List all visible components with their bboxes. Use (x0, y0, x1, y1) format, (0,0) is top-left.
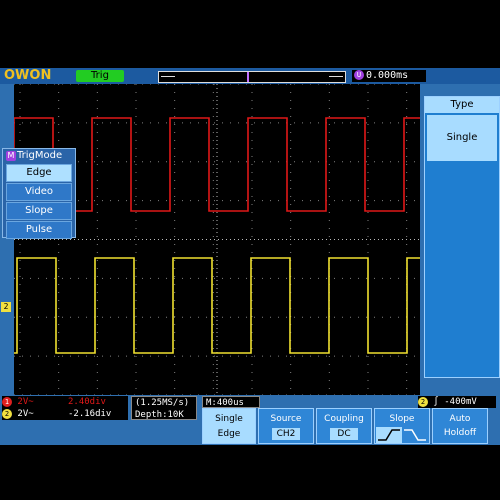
ch1-readout: 1 2V~ 2.40div (2, 396, 128, 408)
softkey-value: Holdoff (443, 428, 477, 438)
trigmode-title: TrigMode (17, 150, 63, 161)
trigmode-menu: M TrigMode Edge Video Slope Pulse (2, 148, 76, 239)
type-title: Type (425, 97, 499, 113)
memory-position-bar[interactable] (158, 71, 346, 83)
ch2-readout: 2 2V~ -2.16div (2, 408, 128, 420)
horizontal-position-readout: U 0.000ms (352, 70, 426, 82)
ch2-badge: 2 (2, 409, 12, 419)
acquisition-readout: (1.25MS/s) Depth:10K (131, 396, 197, 420)
softkey-value: Edge (217, 429, 241, 439)
softkey-label: Slope (389, 414, 415, 424)
slope-icon (376, 427, 426, 443)
softkey-label: Coupling (324, 414, 364, 424)
softkey-label: Single (215, 414, 243, 424)
memory-depth: Depth:10K (135, 410, 184, 420)
timebase-readout: M:400us (202, 396, 260, 408)
softkey-slope[interactable]: Slope (374, 408, 430, 444)
ch2-offset-marker[interactable]: 2 (1, 302, 11, 312)
waveform-display (14, 84, 420, 395)
softkey-single-edge[interactable]: Single Edge (202, 408, 256, 444)
brand-logo: OWON (4, 68, 52, 83)
softkey-value: DC (330, 428, 358, 440)
sample-rate: (1.25MS/s) (135, 398, 190, 408)
softkey-label: Source (270, 414, 302, 424)
trigger-level-value: -400mV (444, 397, 477, 407)
trigmode-item-slope[interactable]: Slope (6, 202, 72, 220)
trigmode-item-edge[interactable]: Edge (6, 164, 72, 182)
time-marker-icon: U (354, 70, 364, 80)
menu-marker-icon: M (6, 151, 16, 161)
memory-position-marker[interactable] (247, 72, 249, 82)
ch2-position: -2.16div (68, 409, 112, 419)
trigger-status-badge: Trig (76, 70, 124, 82)
softkey-coupling[interactable]: Coupling DC (316, 408, 372, 444)
trigger-level-readout: 2 ∫ -400mV (418, 396, 496, 408)
softkey-label: Auto (449, 414, 471, 424)
waveform-canvas (14, 84, 420, 395)
time-offset-value: 0.000ms (366, 70, 409, 81)
trigger-source-badge: 2 (418, 397, 428, 407)
trigger-edge-icon: ∫ (433, 397, 439, 407)
ch1-position: 2.40div (68, 397, 106, 407)
trigmode-item-video[interactable]: Video (6, 183, 72, 201)
type-value-button[interactable]: Single (427, 115, 497, 161)
trigmode-item-pulse[interactable]: Pulse (6, 221, 72, 239)
softkey-source[interactable]: Source CH2 (258, 408, 314, 444)
ch1-volts: 2V~ (17, 397, 34, 407)
type-side-panel: Type Single (424, 96, 500, 378)
trigmode-header: M TrigMode (3, 149, 75, 163)
softkey-auto-holdoff[interactable]: Auto Holdoff (432, 408, 488, 444)
softkey-value: CH2 (272, 428, 300, 440)
ch2-volts: 2V~ (17, 409, 34, 419)
ch1-badge: 1 (2, 397, 12, 407)
